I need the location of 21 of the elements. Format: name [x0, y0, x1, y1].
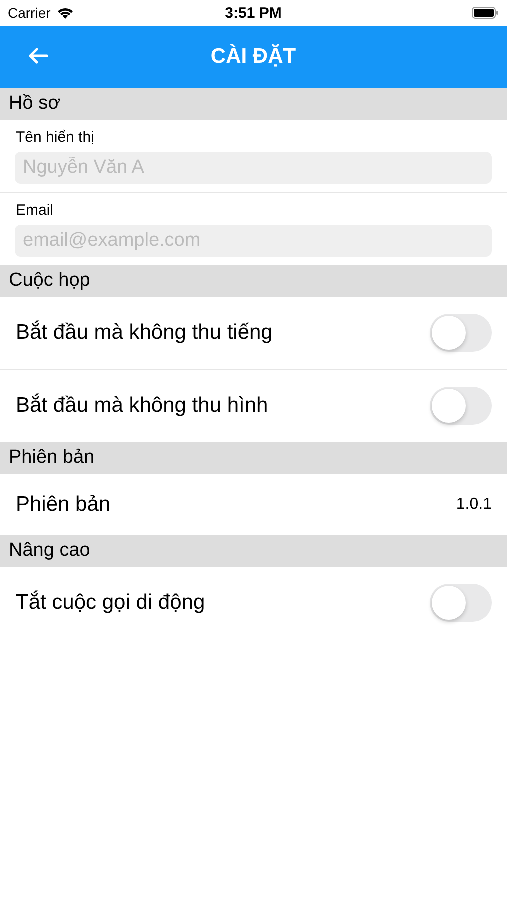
screen-title: CÀI ĐẶT [210, 45, 296, 69]
battery-icon [472, 7, 499, 19]
back-button[interactable] [26, 46, 50, 66]
setting-label: Phiên bản [16, 492, 111, 516]
field-label: Email [15, 202, 55, 218]
section-header: Cuộc họp [0, 265, 507, 297]
wifi-icon [56, 7, 74, 19]
version-value: 1.0.1 [456, 496, 492, 514]
toggle-switch[interactable] [430, 314, 492, 352]
setting-label: Tắt cuộc gọi di động [16, 591, 206, 615]
field-label: Tên hiển thị [15, 128, 96, 146]
carrier-label: Carrier [8, 5, 51, 21]
section-header: Nâng cao [0, 535, 507, 567]
setting-label: Bắt đầu mà không thu hình [16, 394, 268, 418]
clock: 3:51 PM [225, 4, 282, 22]
back-arrow-icon [28, 48, 48, 64]
setting-label: Bắt đầu mà không thu tiếng [16, 321, 273, 345]
section-header: Phiên bản [0, 442, 507, 474]
toggle-switch[interactable] [430, 387, 492, 425]
toggle-switch[interactable] [430, 584, 492, 622]
section-header: Hồ sơ [0, 88, 507, 120]
